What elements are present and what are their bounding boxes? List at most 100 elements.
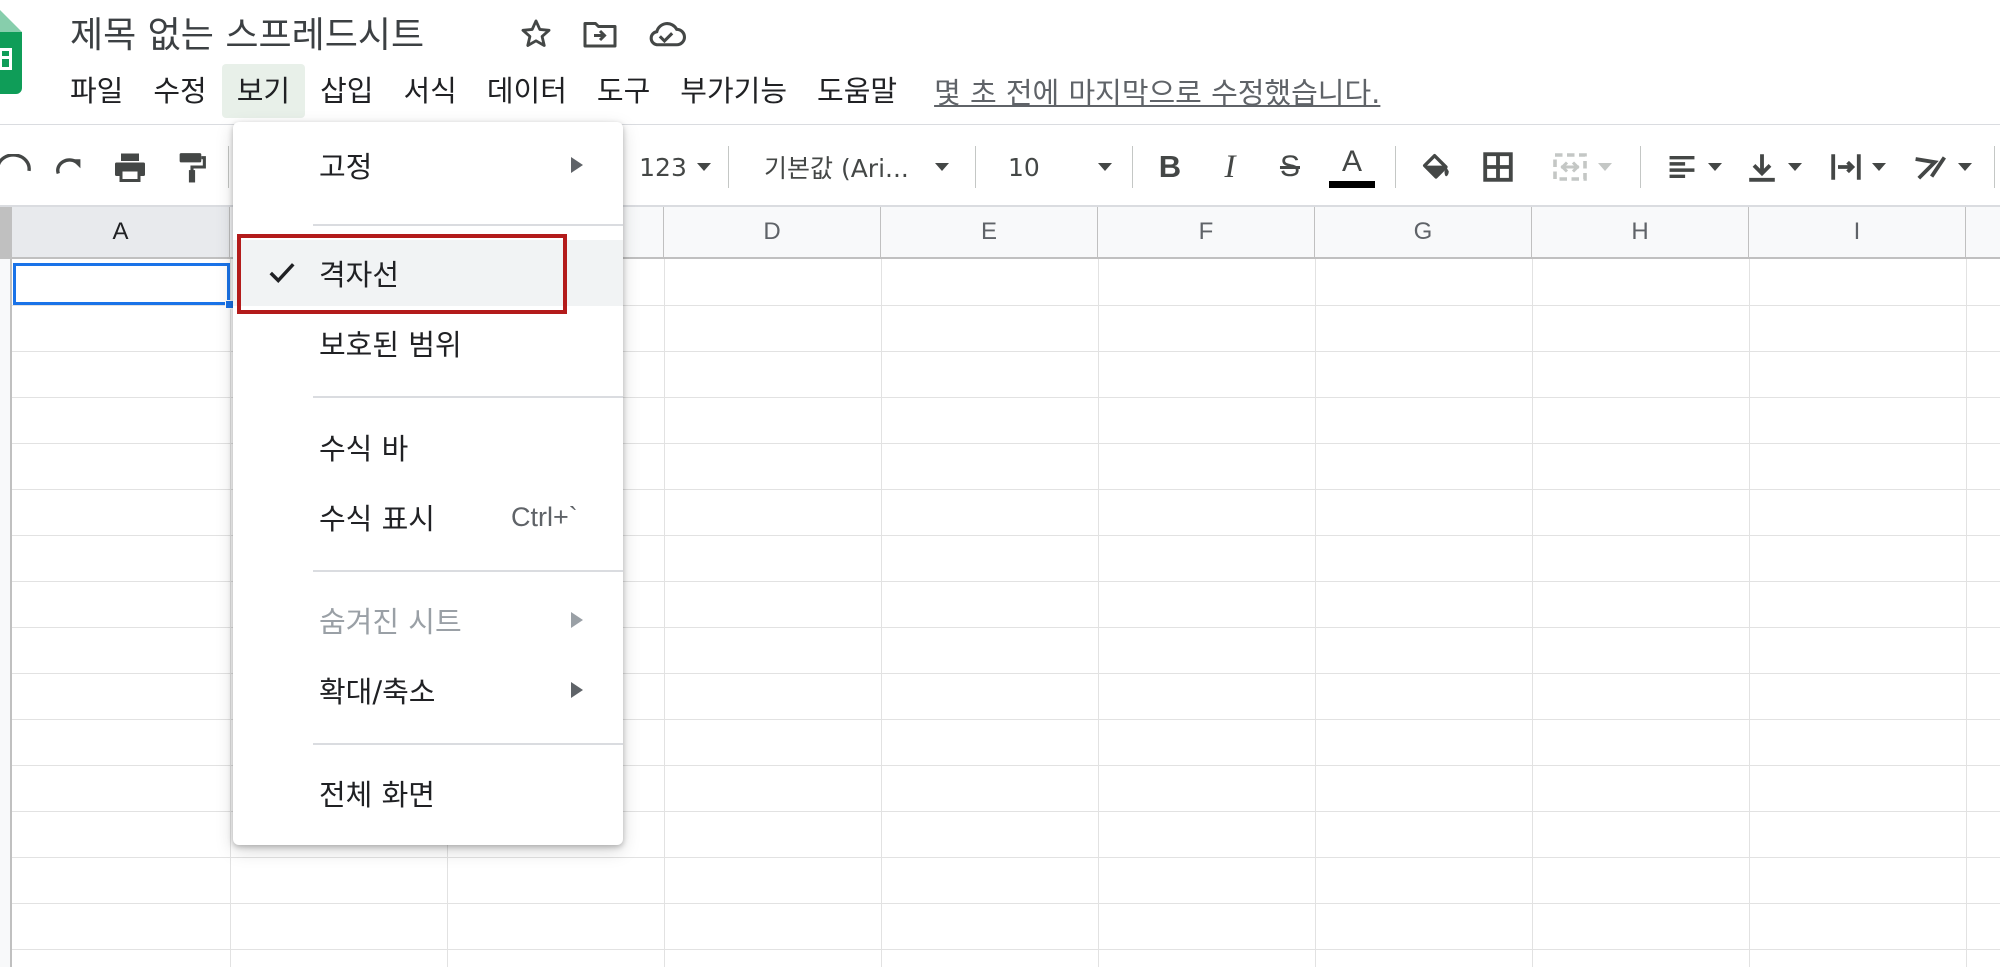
chevron-down-icon: [1708, 163, 1722, 171]
gridlines-highlight-box: [237, 234, 567, 314]
font-size-select[interactable]: 10: [990, 130, 1120, 204]
column-header-g[interactable]: G: [1315, 207, 1532, 257]
undo-icon[interactable]: [0, 130, 32, 204]
chevron-down-icon: [696, 163, 711, 171]
column-header-d[interactable]: D: [664, 207, 881, 257]
column-gridline: [1098, 259, 1099, 967]
menu-insert[interactable]: 삽입: [305, 64, 388, 118]
text-color-swatch: [1329, 180, 1375, 188]
column-header-a[interactable]: A: [12, 207, 230, 257]
chevron-down-icon: [1788, 163, 1802, 171]
move-folder-icon[interactable]: [580, 14, 620, 54]
vertical-align-button[interactable]: [1740, 130, 1808, 204]
menu-help[interactable]: 도움말: [802, 64, 912, 118]
menu-format[interactable]: 서식: [389, 64, 472, 118]
strikethrough-button[interactable]: S: [1268, 130, 1312, 204]
formula-bar-label: 수식 바: [319, 432, 409, 466]
toolbar-separator: [1640, 146, 1641, 188]
align-left-icon: [1669, 155, 1695, 179]
font-family-select[interactable]: 기본값 (Ari...: [752, 130, 962, 204]
view-menu-dropdown: 고정 격자선 보호된 범위 수식 바 수식 표시 Ctrl+` 숨겨진 시트 확…: [233, 122, 623, 845]
zoom-label: 확대/축소: [319, 675, 436, 709]
menu-separator: [313, 224, 623, 226]
menu-item-freeze[interactable]: 고정: [233, 132, 623, 198]
paint-format-icon[interactable]: [172, 130, 212, 204]
merge-cells-button[interactable]: [1540, 130, 1624, 204]
italic-icon: I: [1224, 148, 1236, 185]
fill-color-icon[interactable]: [1414, 130, 1458, 204]
align-bottom-icon: [1749, 154, 1775, 182]
active-cell-a1[interactable]: [13, 263, 234, 309]
toolbar-separator: [1395, 146, 1396, 188]
toolbar-separator: [1132, 146, 1133, 188]
menu-edit[interactable]: 수정: [138, 64, 221, 118]
menu-item-show-formulas[interactable]: 수식 표시 Ctrl+`: [233, 484, 623, 550]
menu-item-formula-bar[interactable]: 수식 바: [233, 414, 623, 480]
chevron-down-icon: [1098, 163, 1112, 171]
text-wrap-button[interactable]: [1824, 130, 1892, 204]
menu-addons[interactable]: 부가기능: [665, 64, 802, 118]
submenu-arrow-icon: [571, 682, 583, 698]
logo-fold: [0, 0, 22, 32]
font-size-label: 10: [1008, 152, 1040, 182]
column-header-h[interactable]: H: [1532, 207, 1749, 257]
row-gridline: [12, 949, 2000, 950]
column-header-e[interactable]: E: [881, 207, 1098, 257]
bold-button[interactable]: B: [1148, 130, 1192, 204]
font-family-label: 기본값 (Ari...: [764, 154, 909, 183]
document-title[interactable]: 제목 없는 스프레드시트: [70, 6, 424, 58]
star-icon[interactable]: [516, 14, 556, 54]
protected-ranges-label: 보호된 범위: [319, 328, 462, 362]
borders-icon[interactable]: [1476, 130, 1520, 204]
menu-view[interactable]: 보기: [221, 64, 306, 118]
row-gridline: [12, 857, 2000, 858]
menu-tools[interactable]: 도구: [582, 64, 665, 118]
print-icon[interactable]: [110, 130, 150, 204]
column-gridline: [1315, 259, 1316, 967]
text-wrap-icon: [1831, 154, 1861, 180]
hidden-sheets-label: 숨겨진 시트: [319, 605, 462, 639]
chevron-down-icon: [1598, 163, 1612, 171]
merge-cells-icon: [1553, 153, 1587, 181]
text-rotation-icon: [1915, 156, 1946, 180]
italic-button[interactable]: I: [1208, 130, 1252, 204]
select-all-corner[interactable]: [0, 207, 12, 257]
last-edit-link[interactable]: 몇 초 전에 마지막으로 수정했습니다.: [934, 70, 1380, 112]
menu-item-zoom[interactable]: 확대/축소: [233, 657, 623, 723]
submenu-arrow-icon: [571, 612, 583, 628]
row-header-strip[interactable]: [0, 259, 12, 967]
menu-data[interactable]: 데이터: [472, 64, 582, 118]
menu-bar: 파일 수정 보기 삽입 서식 데이터 도구 부가기능 도움말 몇 초 전에 마지…: [55, 62, 1380, 120]
column-header-f[interactable]: F: [1098, 207, 1315, 257]
menu-file[interactable]: 파일: [55, 64, 138, 118]
column-gridline: [1966, 259, 1967, 967]
redo-icon[interactable]: [50, 130, 90, 204]
column-gridline: [230, 259, 231, 967]
chevron-down-icon: [1872, 163, 1886, 171]
strikethrough-icon: S: [1279, 150, 1300, 183]
menu-item-full-screen[interactable]: 전체 화면: [233, 760, 623, 826]
column-gridline: [664, 259, 665, 967]
menu-separator: [313, 743, 623, 745]
number-format-label: 123: [639, 152, 687, 182]
menu-item-protected-ranges[interactable]: 보호된 범위: [233, 310, 623, 376]
chevron-down-icon: [1958, 163, 1972, 171]
show-formulas-shortcut: Ctrl+`: [511, 501, 578, 532]
toolbar-separator: [228, 146, 229, 188]
text-rotation-button[interactable]: [1906, 130, 1978, 204]
column-header-i[interactable]: I: [1749, 207, 1966, 257]
sheets-logo-icon[interactable]: [0, 0, 22, 94]
text-color-button[interactable]: A: [1326, 130, 1378, 204]
menu-item-hidden-sheets[interactable]: 숨겨진 시트: [233, 587, 623, 653]
cloud-saved-icon[interactable]: [646, 14, 686, 54]
column-gridline: [881, 259, 882, 967]
horizontal-align-button[interactable]: [1660, 130, 1728, 204]
column-gridline: [1532, 259, 1533, 967]
toolbar-separator: [1994, 146, 1995, 188]
submenu-arrow-icon: [571, 157, 583, 173]
toolbar-separator: [975, 146, 976, 188]
number-format-button[interactable]: 123: [639, 130, 711, 204]
show-formulas-label: 수식 표시: [319, 502, 435, 536]
freeze-label: 고정: [319, 150, 373, 184]
logo-grid: [0, 48, 12, 70]
